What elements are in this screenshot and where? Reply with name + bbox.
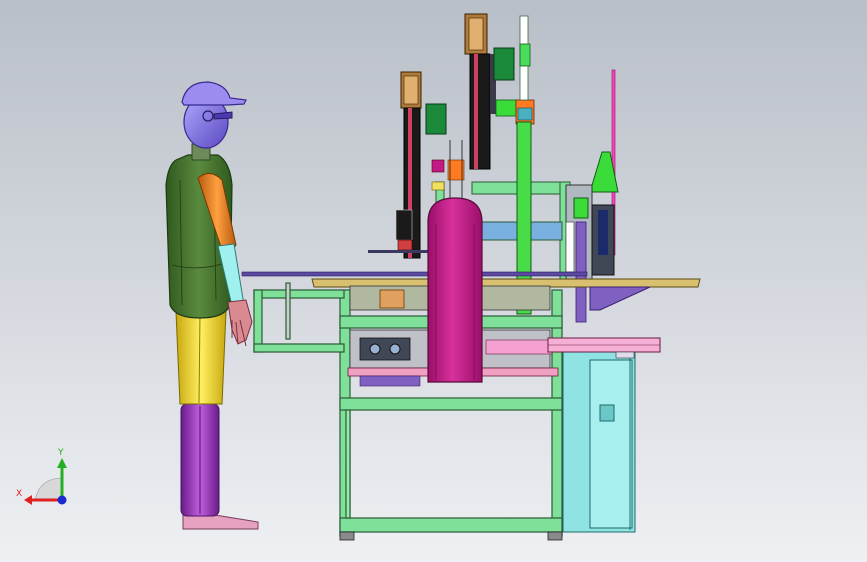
- z-axis-dot: [57, 495, 67, 505]
- control-cabinet[interactable]: [562, 346, 636, 533]
- cad-viewport[interactable]: Y X: [0, 0, 867, 562]
- y-axis-label: Y: [57, 448, 64, 458]
- x-axis-label: X: [16, 489, 22, 499]
- assembly-scene[interactable]: Y X: [0, 0, 867, 562]
- human-upper-legs: [175, 311, 227, 405]
